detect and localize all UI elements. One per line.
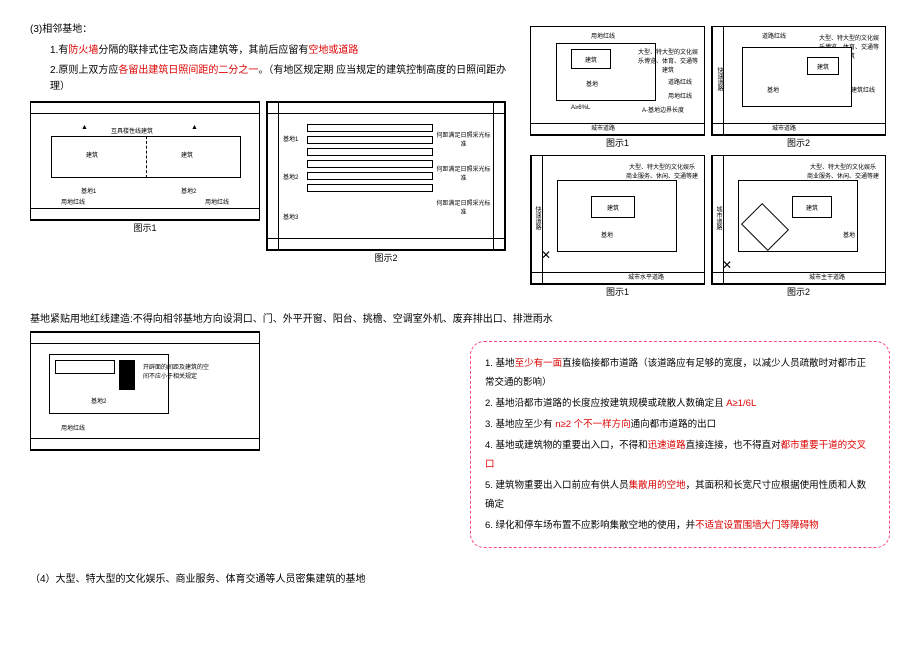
mid-rule: 基地紧贴用地红线建造:不得向相邻基地方向设洞口、门、外平开窗、阳台、挑檐、空调室… bbox=[30, 310, 890, 325]
r1b: 防火墙 bbox=[68, 45, 98, 56]
diagram-br2: 大型、特大型的文化娱乐 商业服务、休闲、交通等建筑 建筑 基地 城市道路 ✕ 城… bbox=[711, 155, 886, 285]
tr1-redline: 用地红线 bbox=[591, 31, 615, 40]
d2-s1: 基地1 bbox=[283, 134, 298, 143]
arrow-icon: ▲ bbox=[81, 124, 88, 131]
tr2-redline: 建筑红线 bbox=[851, 85, 875, 94]
arrow-icon: ▲ bbox=[191, 124, 198, 131]
callout-2: 2. 基地沿都市道路的长度应按建筑规模或疏散人数确定且 A≥1/6L bbox=[485, 394, 875, 413]
tr2-site: 基地 bbox=[767, 85, 779, 94]
tr1-roadred: 道路红线 bbox=[668, 77, 692, 86]
tr1-note: 大型、特大型的文化娱乐博览、体育、交通等建筑 bbox=[638, 47, 698, 74]
diagram-br1: 大型、特大型的文化娱乐 商业服务、休闲、交通等建筑 建筑 基地 快速道路 ✕ 城… bbox=[530, 155, 705, 285]
cross-icon: ✕ bbox=[541, 248, 551, 262]
d7-redline: 用地红线 bbox=[61, 423, 85, 432]
br1-site: 基地 bbox=[601, 230, 613, 239]
callout-3: 3. 基地应至少有 n≥2 个不一样方向通向都市道路的出口 bbox=[485, 415, 875, 434]
r1d: 空地或道路 bbox=[308, 45, 358, 56]
tr2-roadred: 道路红线 bbox=[762, 31, 786, 40]
br2-site: 基地 bbox=[843, 230, 855, 239]
tr1-street: 城市道路 bbox=[591, 123, 615, 132]
tr2-fast: 快速道路 bbox=[715, 67, 724, 91]
tr1-redline2: 用地红线 bbox=[668, 91, 692, 100]
br2-building: 建筑 bbox=[792, 196, 832, 218]
d7-site: 基地2 bbox=[91, 396, 106, 405]
tr1-caption: 图示1 bbox=[530, 136, 705, 149]
d1-site2: 基地2 bbox=[181, 186, 196, 195]
callout-5: 5. 建筑物重要出入口前应有供人员集散用的空地，其面积和长宽尺寸应根据使用性质和… bbox=[485, 476, 875, 514]
cross-icon: ✕ bbox=[722, 258, 732, 272]
tr1-site: 基地 bbox=[586, 79, 598, 88]
br1-building: 建筑 bbox=[591, 196, 635, 218]
d2-a3: 何距满足日照采光标准 bbox=[436, 198, 491, 216]
d2-s2: 基地2 bbox=[283, 172, 298, 181]
d1-b2: 建筑 bbox=[181, 150, 193, 159]
r2a: 2.原则上双方应 bbox=[50, 65, 118, 76]
diagram-2: 基地1 基地2 基地3 何距满足日照采光标准 何距满足日照采光标准 何距满足日照… bbox=[266, 101, 506, 251]
section4-heading: （4）大型、特大型的文化娱乐、商业服务、体育交通等人员密集建筑的基地 bbox=[30, 570, 890, 585]
tr2-building: 建筑 bbox=[807, 57, 839, 75]
d1-b1: 建筑 bbox=[86, 150, 98, 159]
d7-note: 开辟面的间距及建筑的空间不应小于相关规定 bbox=[143, 362, 213, 380]
r1a: 1.有 bbox=[50, 45, 68, 56]
tr2-caption: 图示2 bbox=[711, 136, 886, 149]
tr1-min: A≥6%L bbox=[571, 105, 590, 111]
d2-s3: 基地3 bbox=[283, 212, 298, 221]
d1-toplabel: 互具楼性线建筑 bbox=[111, 126, 153, 135]
d1-caption: 图示1 bbox=[30, 221, 260, 234]
r2b: 各留出建筑日照间距的二分之一 bbox=[118, 65, 258, 76]
diagram-tr2: 道路红线 大型、特大型的文化娱乐博览、体育、交通等建筑 建筑 基地 建筑红线 快… bbox=[711, 26, 886, 136]
tr1-building: 建筑 bbox=[571, 49, 611, 69]
diagram-tr1: 用地红线 建筑 基地 道路红线 用地红线 A≥6%L A-基地边界长度 城市道路… bbox=[530, 26, 705, 136]
d1-site1: 基地1 bbox=[81, 186, 96, 195]
br2-street1: 城市道路 bbox=[714, 206, 723, 230]
br2-caption: 图示2 bbox=[711, 285, 886, 298]
br1-fast: 快速道路 bbox=[533, 206, 542, 230]
br2-street2: 城市主干道路 bbox=[809, 272, 845, 281]
d2-a2: 何距满足日照采光标准 bbox=[436, 164, 491, 182]
br1-street: 城市水平道路 bbox=[628, 272, 664, 281]
d2-a1: 何距满足日照采光标准 bbox=[436, 130, 491, 148]
d1-redline2: 用地红线 bbox=[205, 197, 229, 206]
rule-1: 1.有防火墙分隔的联排式住宅及商店建筑等，其前后应留有空地或道路 bbox=[50, 43, 520, 59]
callout-4: 4. 基地或建筑物的重要出入口，不得和迅速道路直接连接，也不得直对都市重要干道的… bbox=[485, 436, 875, 474]
callout-6: 6. 绿化和停车场布置不应影响集散空地的使用，并不适宜设置围墙大门等障碍物 bbox=[485, 516, 875, 535]
r1c: 分隔的联排式住宅及商店建筑等，其前后应留有 bbox=[98, 45, 308, 56]
callout-box: 1. 基地至少有一面直接临接都市道路（该道路应有足够的宽度，以减少人员疏散时对都… bbox=[470, 341, 890, 548]
section3-heading: (3)相邻基地： bbox=[30, 20, 520, 35]
diagram-7: 开辟面的间距及建筑的空间不应小于相关规定 基地2 用地红线 bbox=[30, 331, 260, 451]
callout-1: 1. 基地至少有一面直接临接都市道路（该道路应有足够的宽度，以减少人员疏散时对都… bbox=[485, 354, 875, 392]
rule-2: 2.原则上双方应各留出建筑日照间距的二分之一。（有地区规定期 应当规定的建筑控制… bbox=[50, 63, 520, 95]
d2-caption: 图示2 bbox=[266, 251, 506, 264]
d1-redline: 用地红线 bbox=[61, 197, 85, 206]
br1-caption: 图示1 bbox=[530, 285, 705, 298]
tr2-street: 城市道路 bbox=[772, 123, 796, 132]
diagram-1: 互具楼性线建筑 ▲ ▲ 建筑 建筑 基地1 基地2 用地红线 用地红线 bbox=[30, 101, 260, 221]
tr1-dim: A-基地边界长度 bbox=[642, 105, 684, 114]
